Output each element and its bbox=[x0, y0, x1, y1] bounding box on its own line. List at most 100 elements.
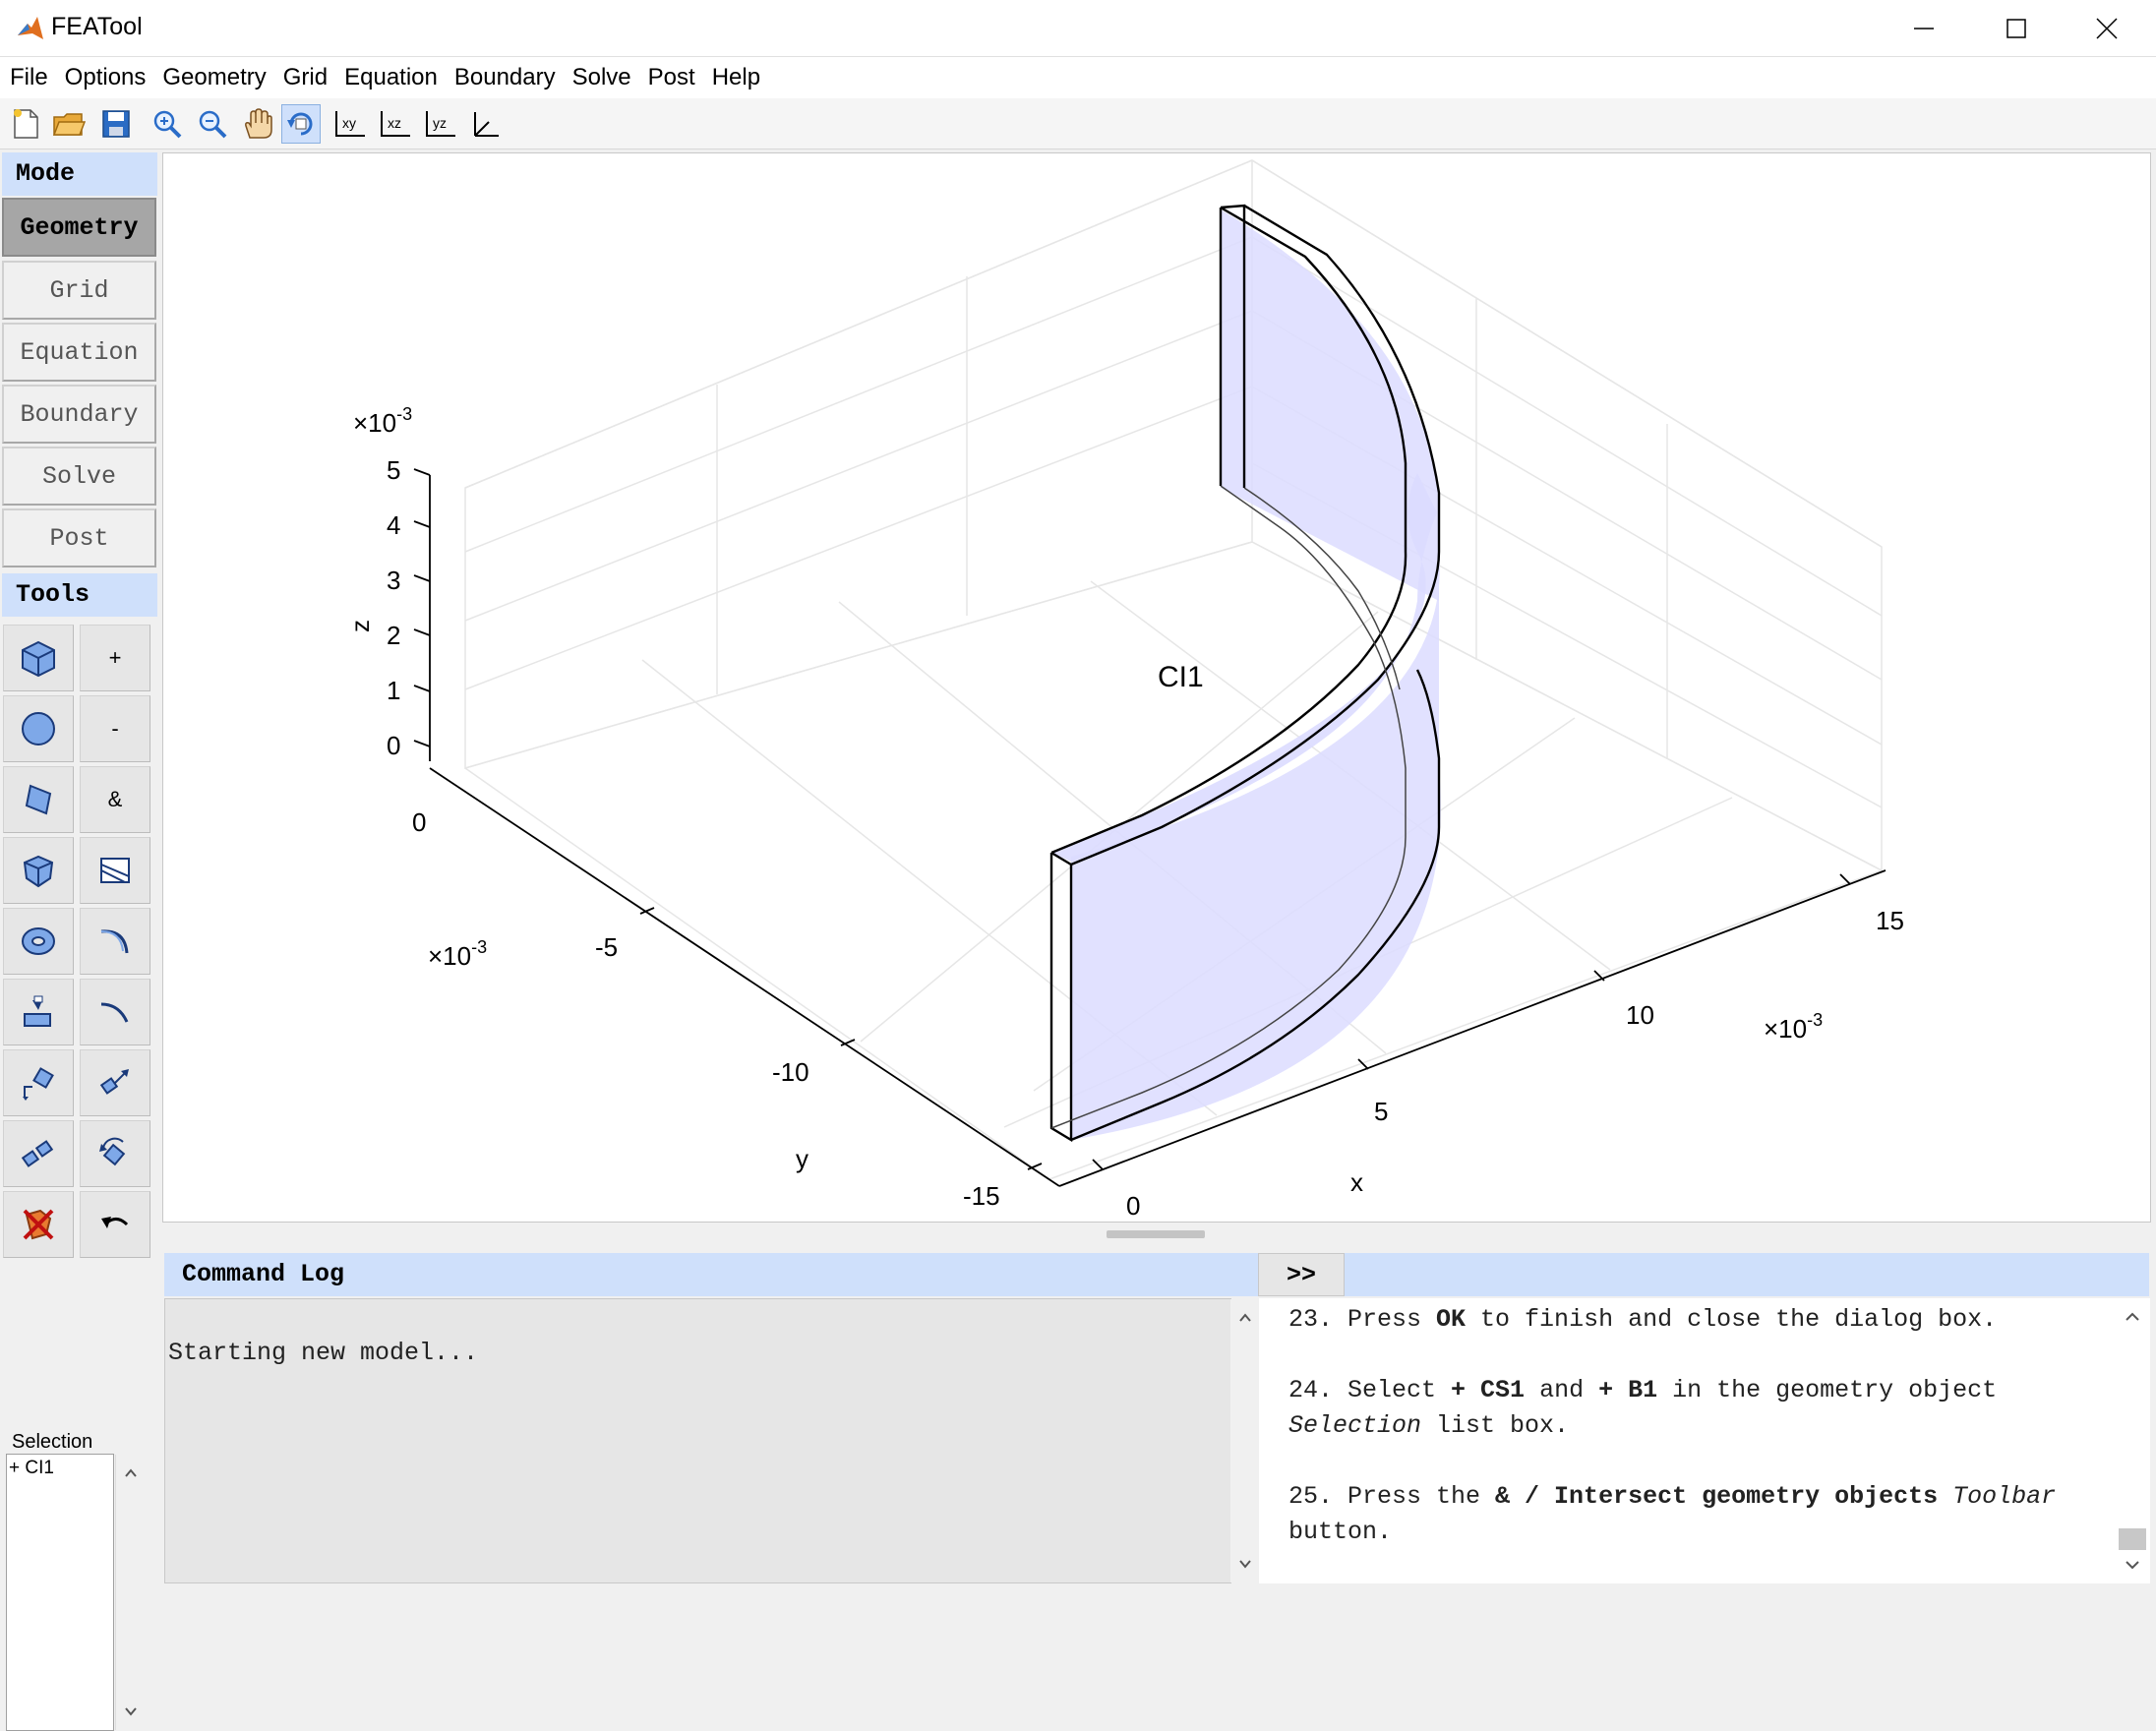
new-file-icon bbox=[14, 109, 38, 139]
fillet-icon bbox=[100, 929, 129, 954]
step-italic-text: Toolbar bbox=[1952, 1482, 2057, 1511]
command-log-header: Command Log bbox=[164, 1253, 1258, 1296]
title-bar: FEATool bbox=[0, 0, 2156, 57]
step-text: button. bbox=[1288, 1518, 1393, 1546]
undo-button[interactable] bbox=[80, 1191, 150, 1258]
create-sphere-button[interactable] bbox=[3, 695, 74, 762]
menu-equation[interactable]: Equation bbox=[344, 64, 438, 91]
z-tick-3: 3 bbox=[387, 566, 400, 595]
selection-label: Selection bbox=[12, 1431, 93, 1453]
new-file-button[interactable] bbox=[6, 104, 45, 144]
create-block-button[interactable] bbox=[3, 625, 74, 691]
scroll-up-icon bbox=[125, 1468, 137, 1477]
chamfer-button[interactable] bbox=[80, 979, 150, 1045]
ci1-geometry-shape[interactable] bbox=[1049, 204, 1441, 1143]
menu-bar: File Options Geometry Grid Equation Boun… bbox=[0, 57, 2156, 98]
step-italic-text: Selection bbox=[1288, 1411, 1422, 1440]
x-multiplier: ×10-3 bbox=[1764, 1010, 1823, 1044]
create-torus-button[interactable] bbox=[3, 908, 74, 975]
rotate-object-button[interactable] bbox=[80, 1120, 150, 1187]
cylinder-icon bbox=[25, 784, 52, 815]
help-scrollbar[interactable] bbox=[2115, 1298, 2150, 1583]
mode-geometry-button[interactable]: Geometry bbox=[2, 198, 156, 257]
step-text bbox=[1938, 1482, 1952, 1511]
panel-splitter[interactable] bbox=[162, 1226, 2151, 1244]
view-yz-icon: yz bbox=[426, 111, 455, 137]
view-3d-axes-icon bbox=[474, 112, 499, 137]
command-log-text: Starting new model... bbox=[168, 1339, 479, 1367]
maximize-icon bbox=[2006, 19, 2026, 38]
selection-item[interactable]: + CI1 bbox=[9, 1458, 54, 1479]
intersect-button[interactable]: & bbox=[80, 766, 150, 833]
minimize-button[interactable] bbox=[1879, 0, 1969, 57]
tutorial-help-pane[interactable]: 23. Press OK to finish and close the dia… bbox=[1259, 1298, 2115, 1583]
view-xz-button[interactable]: xz bbox=[376, 104, 415, 144]
zoom-out-button[interactable] bbox=[193, 104, 232, 144]
extrude-button[interactable] bbox=[3, 979, 74, 1045]
selection-listbox[interactable]: + CI1 bbox=[6, 1454, 147, 1731]
delete-objects-button[interactable] bbox=[3, 1191, 74, 1258]
mode-equation-button[interactable]: Equation bbox=[2, 323, 156, 382]
help-header bbox=[1345, 1253, 2149, 1296]
scroll-down-icon bbox=[1239, 1560, 1251, 1569]
save-button[interactable] bbox=[96, 104, 136, 144]
menu-grid[interactable]: Grid bbox=[283, 64, 328, 91]
command-log-area[interactable]: Starting new model... bbox=[164, 1298, 1260, 1583]
menu-file[interactable]: File bbox=[10, 64, 48, 91]
open-file-button[interactable] bbox=[49, 104, 89, 144]
close-button[interactable] bbox=[2062, 0, 2152, 57]
create-cylinder-button[interactable] bbox=[3, 766, 74, 833]
scroll-down-icon bbox=[125, 1707, 137, 1716]
step-bold-text: & / Intersect geometry objects bbox=[1495, 1482, 1939, 1511]
mode-header: Mode bbox=[2, 152, 157, 196]
mode-boundary-button[interactable]: Boundary bbox=[2, 385, 156, 444]
pan-hand-icon bbox=[245, 108, 272, 139]
union-button[interactable]: + bbox=[80, 625, 150, 691]
step-text: in the geometry object bbox=[1657, 1376, 1998, 1404]
y-multiplier: ×10-3 bbox=[428, 937, 487, 971]
step-number: 23. bbox=[1288, 1305, 1348, 1334]
geometry-plot-area[interactable]: CI1 0 1 2 3 4 5 z ×10-3 0 -5 -10 -15 y ×… bbox=[162, 152, 2151, 1223]
fillet-button[interactable] bbox=[80, 908, 150, 975]
undo-icon bbox=[101, 1217, 129, 1228]
selection-scrollbar[interactable] bbox=[115, 1455, 147, 1730]
step-text: Press the bbox=[1348, 1482, 1496, 1511]
tutorial-step: 24. Select + CS1 and + B1 in the geometr… bbox=[1288, 1373, 2095, 1444]
mode-grid-button[interactable]: Grid bbox=[2, 261, 156, 320]
help-scroll-thumb[interactable] bbox=[2119, 1528, 2146, 1550]
menu-options[interactable]: Options bbox=[65, 64, 147, 91]
step-text: list box. bbox=[1421, 1411, 1570, 1440]
menu-solve[interactable]: Solve bbox=[572, 64, 631, 91]
svg-text:yz: yz bbox=[433, 115, 447, 131]
mode-post-button[interactable]: Post bbox=[2, 508, 156, 567]
combine-button[interactable] bbox=[3, 1120, 74, 1187]
x-tick-0: 0 bbox=[1126, 1191, 1140, 1221]
step-number: 24. bbox=[1288, 1376, 1348, 1404]
move-button[interactable] bbox=[80, 1049, 150, 1116]
zoom-out-icon bbox=[199, 110, 227, 139]
move-icon bbox=[99, 1069, 129, 1095]
subtract-button[interactable]: - bbox=[80, 695, 150, 762]
rotate-3d-button[interactable] bbox=[281, 104, 321, 144]
maximize-button[interactable] bbox=[1971, 0, 2062, 57]
mode-solve-button[interactable]: Solve bbox=[2, 447, 156, 506]
menu-boundary[interactable]: Boundary bbox=[454, 64, 556, 91]
menu-geometry[interactable]: Geometry bbox=[162, 64, 266, 91]
split-button[interactable] bbox=[80, 837, 150, 904]
zoom-in-button[interactable] bbox=[148, 104, 187, 144]
view-3d-button[interactable] bbox=[466, 104, 506, 144]
scroll-down-icon bbox=[2126, 1561, 2139, 1570]
z-tick-1: 1 bbox=[387, 676, 400, 705]
menu-help[interactable]: Help bbox=[712, 64, 760, 91]
pan-button[interactable] bbox=[238, 104, 277, 144]
view-xy-button[interactable]: xy bbox=[330, 104, 370, 144]
menu-post[interactable]: Post bbox=[648, 64, 695, 91]
chamfer-icon bbox=[100, 1002, 129, 1023]
create-polyhedron-button[interactable] bbox=[3, 837, 74, 904]
transform-button[interactable] bbox=[3, 1049, 74, 1116]
log-scrollbar[interactable] bbox=[1230, 1299, 1260, 1582]
expand-log-button[interactable]: >> bbox=[1258, 1253, 1345, 1296]
z-axis-label: z bbox=[345, 620, 375, 632]
splitter-handle[interactable] bbox=[1107, 1230, 1205, 1238]
view-yz-button[interactable]: yz bbox=[421, 104, 460, 144]
